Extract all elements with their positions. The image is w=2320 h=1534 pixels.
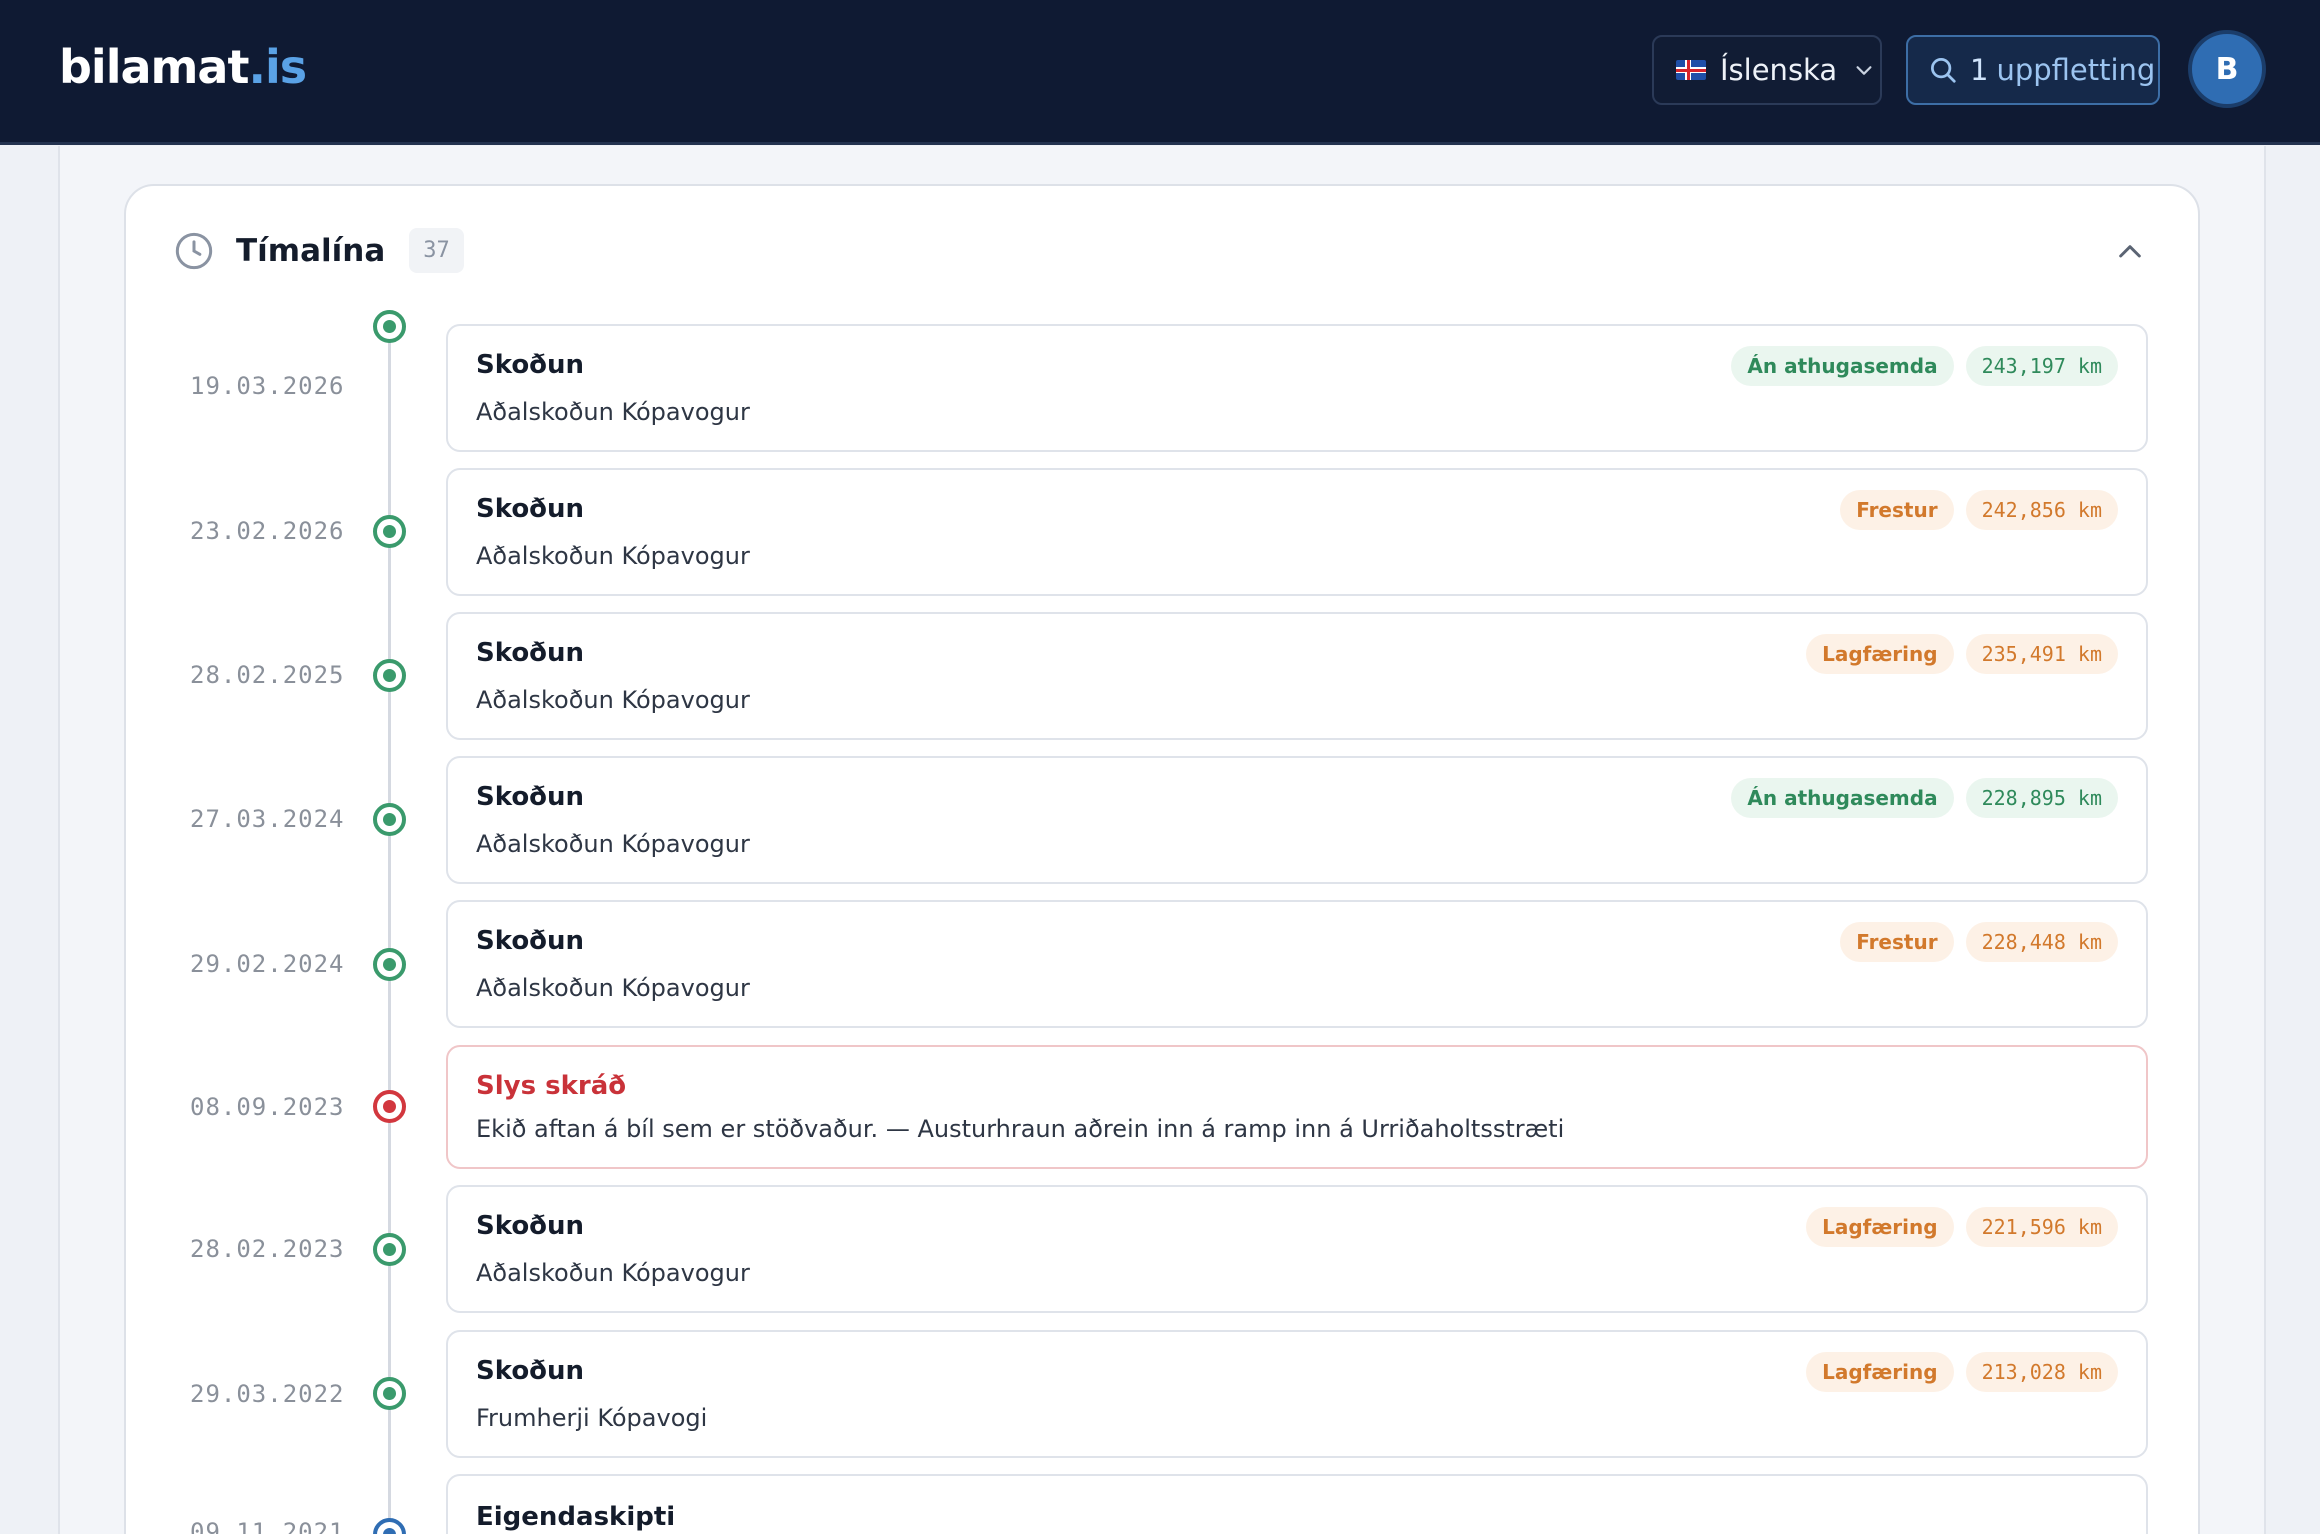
timeline-entry[interactable]: Skoðun Aðalskoðun Kópavogur Frestur 242,… bbox=[446, 468, 2148, 596]
entry-title: Eigendaskipti bbox=[476, 1502, 676, 1532]
chevron-down-icon bbox=[1856, 66, 1872, 75]
site-logo[interactable]: bilamat.is bbox=[59, 40, 307, 94]
status-badge: Án athugasemda bbox=[1731, 346, 1954, 386]
mileage-badge: 235,491 km bbox=[1965, 634, 2118, 674]
timeline-dot bbox=[373, 310, 406, 343]
timeline-date: 23.02.2026 bbox=[190, 517, 345, 545]
entry-location: Aðalskoðun Kópavogur bbox=[476, 542, 750, 570]
timeline-title: Tímalína bbox=[236, 232, 386, 269]
logo-main: bilamat bbox=[59, 40, 249, 94]
entry-title: Skoðun bbox=[476, 494, 585, 524]
lookup-label: uppfletting bbox=[1996, 53, 2156, 87]
timeline-entry[interactable]: Skoðun Frumherji Kópavogi Lagfæring 213,… bbox=[446, 1330, 2148, 1458]
timeline-entry[interactable]: Skoðun Aðalskoðun Kópavogur Án athugasem… bbox=[446, 756, 2148, 884]
entry-location: Aðalskoðun Kópavogur bbox=[476, 830, 750, 858]
clock-icon bbox=[175, 232, 213, 269]
timeline-dot bbox=[373, 659, 406, 692]
timeline-dot-accident bbox=[373, 1090, 406, 1123]
mileage-badge: 221,596 km bbox=[1965, 1207, 2118, 1247]
entry-location: Aðalskoðun Kópavogur bbox=[476, 686, 750, 714]
timeline-entry[interactable]: Skoðun Aðalskoðun Kópavogur Lagfæring 23… bbox=[446, 612, 2148, 740]
lookup-count: 1 bbox=[1970, 53, 1989, 87]
entry-location: Frumherji Kópavogi bbox=[476, 1404, 708, 1432]
timeline-rail bbox=[388, 326, 391, 1534]
iceland-flag-icon bbox=[1676, 60, 1706, 80]
top-navigation-bar: bilamat.is Íslenska 1 uppfletting B bbox=[0, 0, 2320, 145]
entry-description: Ekið aftan á bíl sem er stöðvaður. — Aus… bbox=[476, 1115, 1565, 1143]
entry-location: Aðalskoðun Kópavogur bbox=[476, 974, 750, 1002]
timeline-dot bbox=[373, 515, 406, 548]
timeline-date: 09.11.2021 bbox=[190, 1518, 345, 1534]
timeline-dot bbox=[373, 1233, 406, 1266]
timeline-count-badge: 37 bbox=[409, 228, 464, 273]
timeline-date: 19.03.2026 bbox=[190, 372, 345, 400]
mileage-badge: 243,197 km bbox=[1965, 346, 2118, 386]
logo-tld: .is bbox=[248, 40, 307, 94]
chevron-up-icon[interactable] bbox=[2114, 236, 2146, 268]
timeline-entry[interactable]: Skoðun Aðalskoðun Kópavogur Lagfæring 22… bbox=[446, 1185, 2148, 1313]
mileage-badge: 213,028 km bbox=[1965, 1352, 2118, 1392]
entry-title: Skoðun bbox=[476, 350, 585, 380]
entry-title: Skoðun bbox=[476, 638, 585, 668]
entry-title: Skoðun bbox=[476, 926, 585, 956]
mileage-badge: 228,448 km bbox=[1965, 922, 2118, 962]
search-icon bbox=[1931, 58, 1956, 83]
timeline-date: 27.03.2024 bbox=[190, 805, 345, 833]
status-badge: Frestur bbox=[1840, 922, 1954, 962]
entry-location: Aðalskoðun Kópavogur bbox=[476, 1259, 750, 1287]
language-label: Íslenska bbox=[1720, 53, 1838, 87]
entry-title: Slys skráð bbox=[476, 1071, 627, 1101]
timeline-date: 28.02.2025 bbox=[190, 661, 345, 689]
user-avatar[interactable]: B bbox=[2188, 30, 2266, 108]
mileage-badge: 242,856 km bbox=[1965, 490, 2118, 530]
timeline-date: 29.03.2022 bbox=[190, 1380, 345, 1408]
timeline-date: 28.02.2023 bbox=[190, 1235, 345, 1263]
entry-title: Skoðun bbox=[476, 1211, 585, 1241]
status-badge: Lagfæring bbox=[1806, 1352, 1954, 1392]
timeline-dot bbox=[373, 1377, 406, 1410]
timeline-entry[interactable]: Skoðun Aðalskoðun Kópavogur Án athugasem… bbox=[446, 324, 2148, 452]
timeline-date: 29.02.2024 bbox=[190, 950, 345, 978]
mileage-badge: 228,895 km bbox=[1965, 778, 2118, 818]
language-selector[interactable]: Íslenska bbox=[1652, 35, 1882, 105]
timeline-header[interactable]: Tímalína 37 bbox=[174, 228, 464, 273]
timeline-entry[interactable]: Skoðun Aðalskoðun Kópavogur Frestur 228,… bbox=[446, 900, 2148, 1028]
timeline-entry[interactable]: Eigendaskipti bbox=[446, 1474, 2148, 1534]
entry-title: Skoðun bbox=[476, 1356, 585, 1386]
timeline-dot bbox=[373, 803, 406, 836]
status-badge: Lagfæring bbox=[1806, 1207, 1954, 1247]
status-badge: Frestur bbox=[1840, 490, 1954, 530]
status-badge: Án athugasemda bbox=[1731, 778, 1954, 818]
entry-title: Skoðun bbox=[476, 782, 585, 812]
timeline-dot bbox=[373, 948, 406, 981]
timeline-date: 08.09.2023 bbox=[190, 1093, 345, 1121]
status-badge: Lagfæring bbox=[1806, 634, 1954, 674]
entry-location: Aðalskoðun Kópavogur bbox=[476, 398, 750, 426]
timeline-entry-accident[interactable]: Slys skráð Ekið aftan á bíl sem er stöðv… bbox=[446, 1045, 2148, 1169]
lookup-counter-button[interactable]: 1 uppfletting bbox=[1906, 35, 2160, 105]
